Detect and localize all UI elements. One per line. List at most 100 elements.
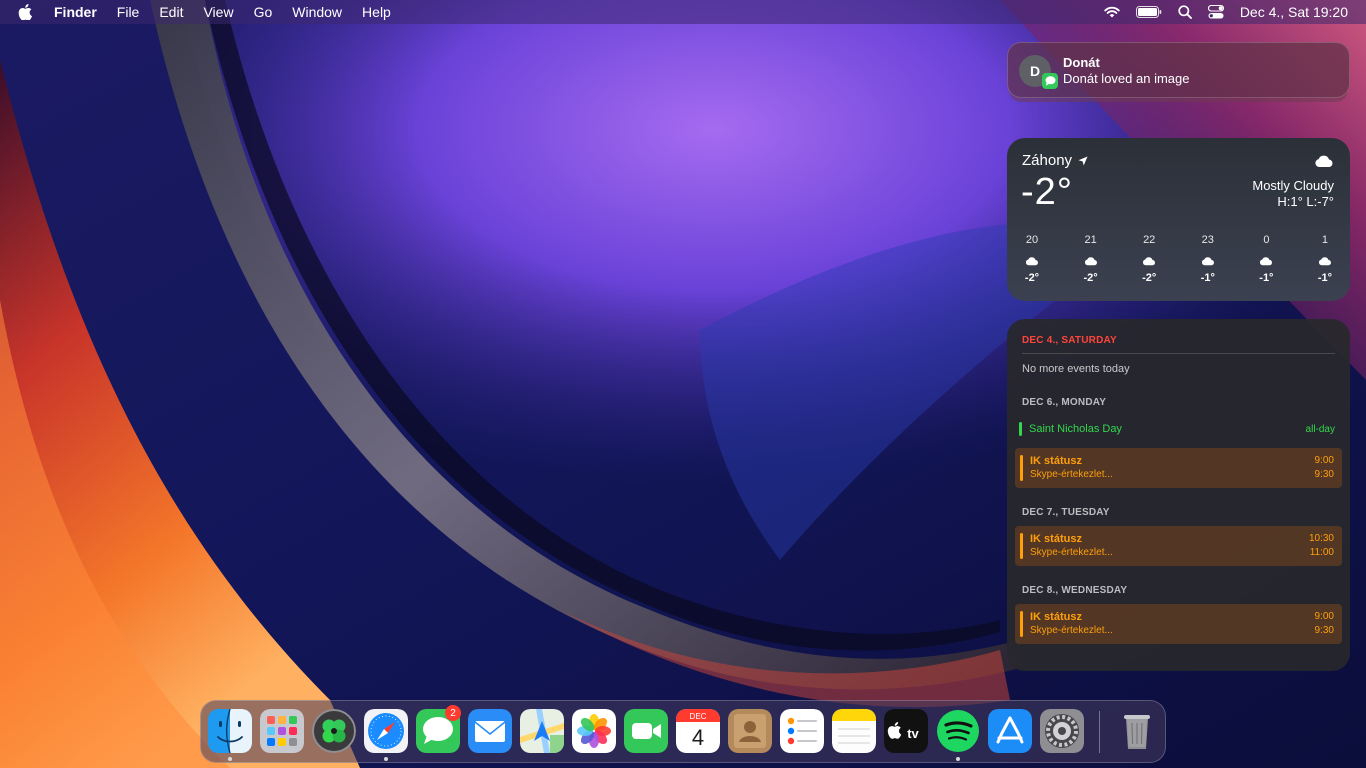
- menu-go[interactable]: Go: [244, 0, 283, 24]
- event-start-time: 9:00: [1314, 611, 1334, 622]
- cloud-icon: [1259, 250, 1273, 272]
- event-title: IK státusz: [1030, 455, 1082, 467]
- spotify-icon[interactable]: [936, 709, 980, 753]
- finder-icon[interactable]: [208, 709, 252, 753]
- menu-window[interactable]: Window: [282, 0, 352, 24]
- control-center-icon[interactable]: [1207, 0, 1224, 24]
- notification-banner[interactable]: D Donát Donát loved an image: [1007, 42, 1350, 98]
- hourly-forecast: 20 -2° 21 -2° 22 -2° 23 -1° 0 -1° 1 -1°: [1017, 234, 1340, 284]
- calendar-day-header: DEC 7., TUESDAY: [1022, 507, 1110, 518]
- event-start-time: 9:00: [1314, 455, 1334, 466]
- calendar-icon[interactable]: DEC 4: [676, 709, 720, 753]
- event-color-bar: [1019, 422, 1022, 436]
- all-day-event-name: Saint Nicholas Day: [1029, 423, 1122, 435]
- notification-title: Donát: [1063, 55, 1100, 70]
- event-end-time: 9:30: [1314, 625, 1334, 636]
- weather-condition: Mostly Cloudy: [1252, 178, 1334, 193]
- calendar-no-events: No more events today: [1022, 363, 1130, 375]
- safari-icon[interactable]: [364, 709, 408, 753]
- forecast-temp: -1°: [1200, 272, 1215, 284]
- calendar-day-header: DEC 6., MONDAY: [1022, 397, 1107, 408]
- forecast-temp: -2°: [1083, 272, 1098, 284]
- running-indicator: [384, 757, 388, 761]
- cloud-icon: [1084, 250, 1098, 272]
- weather-widget[interactable]: Záhony -2° Mostly Cloudy H:1° L:-7° 20 -…: [1007, 138, 1350, 301]
- dock: DEC 4 tv: [200, 700, 1166, 763]
- menu-file[interactable]: File: [107, 0, 150, 24]
- calendar-all-day-event[interactable]: Saint Nicholas Day all-day: [1019, 421, 1335, 437]
- apple-menu-icon[interactable]: [18, 0, 36, 24]
- calendar-event[interactable]: IK státusz Skype-értekezlet... 9:00 9:30: [1015, 604, 1342, 644]
- event-subtitle: Skype-értekezlet...: [1030, 469, 1113, 480]
- weather-location-label: Záhony: [1022, 152, 1073, 169]
- calendar-event[interactable]: IK státusz Skype-értekezlet... 10:30 11:…: [1015, 526, 1342, 566]
- event-subtitle: Skype-értekezlet...: [1030, 625, 1113, 636]
- launchpad-icon[interactable]: [260, 709, 304, 753]
- status-area: Dec 4., Sat 19:20: [1104, 0, 1366, 24]
- event-title: IK státusz: [1030, 533, 1082, 545]
- app-store-icon[interactable]: [988, 709, 1032, 753]
- cloud-icon: [1318, 250, 1332, 272]
- event-color-bar: [1020, 533, 1023, 559]
- menu-help[interactable]: Help: [352, 0, 401, 24]
- system-preferences-icon[interactable]: [1040, 709, 1084, 753]
- clover-icon[interactable]: [312, 709, 356, 753]
- forecast-hour: 22 -2°: [1134, 234, 1164, 284]
- menu-bar: Finder File Edit View Go Window Help Dec…: [0, 0, 1366, 24]
- calendar-icon-month: DEC: [690, 712, 707, 721]
- calendar-today-header: DEC 4., SATURDAY: [1022, 335, 1117, 346]
- reminders-icon[interactable]: [780, 709, 824, 753]
- calendar-widget[interactable]: DEC 4., SATURDAY No more events today DE…: [1007, 319, 1350, 671]
- notification-body: Donát loved an image: [1063, 71, 1190, 86]
- messages-badge: 2: [445, 705, 461, 721]
- forecast-hour: 0 -1°: [1251, 234, 1281, 284]
- dock-separator: [1099, 711, 1100, 753]
- forecast-hour: 20 -2°: [1017, 234, 1047, 284]
- cloud-icon: [1201, 250, 1215, 272]
- battery-icon[interactable]: [1135, 0, 1162, 24]
- running-indicator: [956, 757, 960, 761]
- forecast-temp: -1°: [1259, 272, 1274, 284]
- forecast-hour: 1 -1°: [1310, 234, 1340, 284]
- tv-icon-label: tv: [907, 726, 919, 741]
- forecast-hour: 21 -2°: [1076, 234, 1106, 284]
- forecast-hour-label: 20: [1025, 234, 1039, 246]
- notes-icon[interactable]: [832, 709, 876, 753]
- menu-app-finder[interactable]: Finder: [54, 0, 107, 24]
- forecast-hour-label: 21: [1084, 234, 1097, 246]
- forecast-temp: -2°: [1024, 272, 1040, 284]
- forecast-hour-label: 1: [1321, 234, 1329, 246]
- photos-icon[interactable]: [572, 709, 616, 753]
- event-start-time: 10:30: [1308, 533, 1334, 544]
- location-arrow-icon: [1078, 156, 1088, 165]
- trash-icon[interactable]: [1115, 709, 1159, 753]
- spotlight-search-icon[interactable]: [1178, 0, 1192, 24]
- calendar-icon-day: 4: [692, 725, 704, 750]
- cloud-icon: [1314, 154, 1334, 173]
- event-color-bar: [1020, 611, 1023, 637]
- contacts-icon[interactable]: [728, 709, 772, 753]
- menu-view[interactable]: View: [193, 0, 243, 24]
- menu-edit[interactable]: Edit: [149, 0, 193, 24]
- forecast-temp: -1°: [1317, 272, 1333, 284]
- forecast-temp: -2°: [1142, 272, 1157, 284]
- maps-icon[interactable]: [520, 709, 564, 753]
- forecast-hour: 23 -1°: [1193, 234, 1223, 284]
- all-day-tag: all-day: [1305, 423, 1335, 435]
- event-title: IK státusz: [1030, 611, 1082, 623]
- wifi-icon[interactable]: [1104, 0, 1120, 24]
- mail-icon[interactable]: [468, 709, 512, 753]
- event-color-bar: [1020, 455, 1023, 481]
- messages-icon: [1042, 73, 1058, 89]
- running-indicator: [228, 757, 232, 761]
- calendar-event[interactable]: IK státusz Skype-értekezlet... 9:00 9:30: [1015, 448, 1342, 488]
- calendar-day-header: DEC 8., WEDNESDAY: [1022, 585, 1128, 596]
- event-end-time: 11:00: [1309, 547, 1334, 558]
- forecast-hour-label: 0: [1263, 234, 1270, 246]
- menubar-clock[interactable]: Dec 4., Sat 19:20: [1240, 0, 1348, 24]
- cloud-icon: [1142, 250, 1156, 272]
- weather-location: Záhony: [1022, 152, 1088, 169]
- calendar-divider: [1022, 353, 1335, 354]
- tv-icon[interactable]: tv: [884, 709, 928, 753]
- facetime-icon[interactable]: [624, 709, 668, 753]
